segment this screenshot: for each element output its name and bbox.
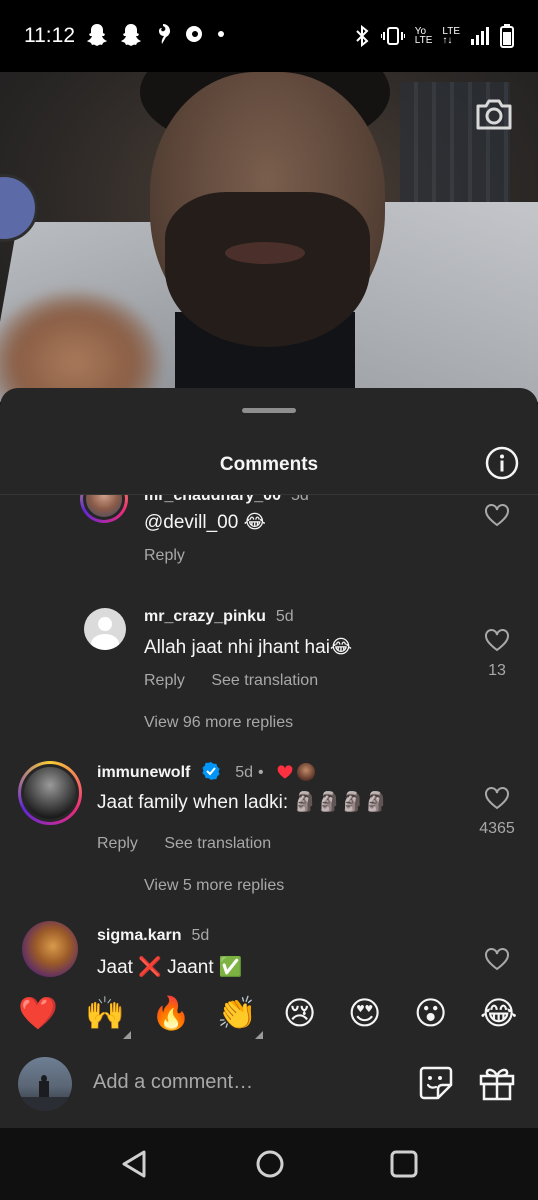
like-count: 13 — [488, 662, 506, 679]
dot-icon — [218, 31, 224, 37]
snapchat-icon — [121, 24, 141, 46]
avatar[interactable] — [18, 761, 82, 825]
reply-button[interactable]: Reply — [144, 547, 185, 564]
my-avatar[interactable] — [18, 1057, 72, 1111]
comment-username[interactable]: mr_chaudhary_00 5d — [144, 495, 309, 505]
back-icon[interactable] — [118, 1148, 150, 1180]
heart-icon[interactable] — [484, 786, 510, 810]
comment-actions: Reply See translation — [144, 672, 340, 690]
gift-icon[interactable] — [478, 1065, 516, 1101]
status-bar: 11:12 Yo LTE LTE ↑↓ — [0, 0, 538, 72]
skin-tone-caret-icon — [255, 1031, 263, 1039]
sticker-icon[interactable] — [418, 1065, 454, 1101]
author-liked-heart-icon — [277, 765, 293, 779]
emoji-raised-hands[interactable]: 🙌 — [85, 993, 125, 1033]
emoji-heart[interactable]: ❤️ — [18, 993, 58, 1033]
system-navigation-bar — [0, 1128, 538, 1200]
emoji-laughing[interactable]: 😂 — [480, 993, 517, 1033]
info-icon[interactable] — [485, 446, 519, 480]
reply-button[interactable]: Reply — [97, 835, 138, 852]
view-more-replies[interactable]: View 5 more replies — [144, 877, 284, 895]
mouth — [225, 242, 305, 264]
recents-icon[interactable] — [389, 1149, 419, 1179]
volte-icon: Yo LTE — [414, 26, 433, 46]
system-icons: Yo LTE LTE ↑↓ — [353, 24, 514, 48]
comments-list[interactable]: mr_chaudhary_00 5d @devill_00 😂 Reply mr_… — [0, 495, 538, 981]
comment-input[interactable]: Add a comment… — [93, 1071, 253, 1094]
comment-text: Jaat ❌ Jaant ✅ — [97, 957, 243, 978]
camera-icon[interactable] — [474, 96, 514, 132]
heart-icon[interactable] — [484, 503, 510, 527]
see-translation-button[interactable]: See translation — [164, 835, 271, 852]
comment-composer: Add a comment… — [0, 1045, 538, 1128]
comment-text: Allah jaat nhi jhant hai😂 — [144, 637, 353, 658]
avatar[interactable] — [80, 495, 128, 523]
app-icon — [186, 26, 202, 42]
video-preview[interactable] — [0, 72, 538, 402]
signal-icon — [471, 27, 489, 45]
notification-icons — [86, 22, 226, 46]
reply-button[interactable]: Reply — [144, 672, 185, 689]
home-icon[interactable] — [254, 1148, 286, 1180]
comment-username[interactable]: sigma.karn 5d — [97, 927, 209, 945]
heart-icon[interactable] — [484, 628, 510, 652]
verified-badge-icon — [202, 762, 220, 780]
fitness-icon — [159, 24, 170, 44]
emoji-quick-bar: ❤️ 🙌 🔥 👏 😢 😍 😮 😂 — [0, 985, 538, 1045]
comment-text: @devill_00 😂 — [144, 512, 266, 533]
emoji-crying[interactable]: 😢 — [283, 993, 316, 1033]
drag-handle[interactable] — [242, 408, 296, 413]
comments-sheet: Comments mr_chaudhary_00 5d @devill_00 😂 … — [0, 388, 538, 1128]
author-avatar-mini — [296, 763, 315, 781]
sheet-title: Comments — [219, 454, 319, 475]
status-time: 11:12 — [24, 24, 75, 47]
beard — [165, 192, 370, 347]
avatar[interactable] — [22, 921, 78, 977]
view-more-replies[interactable]: View 96 more replies — [144, 714, 293, 732]
emoji-fire[interactable]: 🔥 — [151, 993, 191, 1033]
vibrate-icon — [380, 27, 405, 45]
emoji-clap[interactable]: 👏 — [217, 993, 257, 1033]
see-translation-button[interactable]: See translation — [211, 672, 318, 689]
battery-icon — [500, 24, 514, 48]
comment-text: Jaat family when ladki: 🗿🗿🗿🗿 — [97, 792, 389, 813]
lte-icon: LTE ↑↓ — [442, 26, 460, 46]
bluetooth-icon — [356, 25, 369, 47]
emoji-surprised[interactable]: 😮 — [414, 993, 447, 1033]
comment-username[interactable]: immunewolf 5d • — [97, 761, 315, 782]
comment-username[interactable]: mr_crazy_pinku 5d — [144, 608, 294, 626]
avatar[interactable] — [84, 608, 126, 650]
emoji-heart-eyes[interactable]: 😍 — [348, 993, 381, 1033]
snapchat-icon — [87, 24, 107, 46]
comment-actions: Reply See translation — [97, 835, 293, 853]
heart-icon[interactable] — [484, 947, 510, 971]
comment-actions: Reply — [144, 547, 207, 565]
like-count: 4365 — [479, 820, 515, 837]
skin-tone-caret-icon — [123, 1031, 131, 1039]
